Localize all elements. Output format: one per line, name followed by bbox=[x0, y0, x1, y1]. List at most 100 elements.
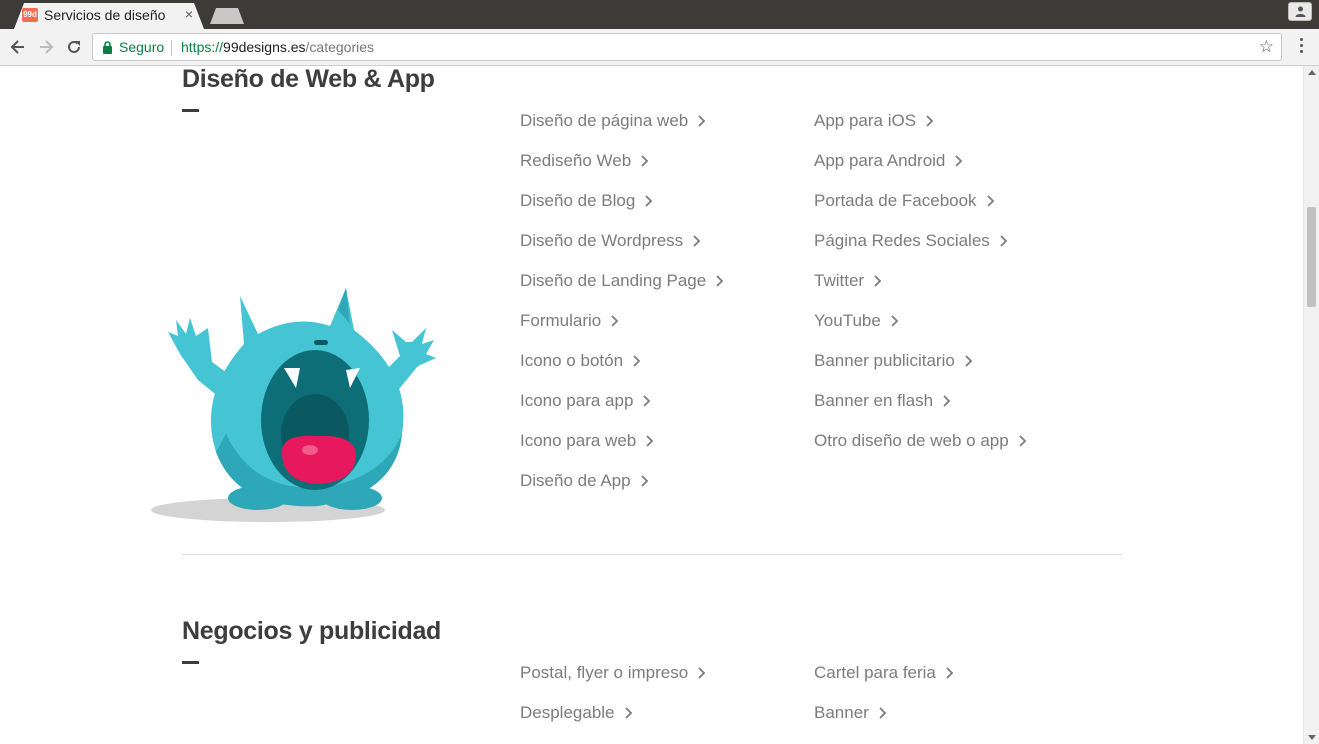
chevron-right-icon bbox=[716, 275, 724, 287]
chevron-right-icon bbox=[955, 155, 963, 167]
chevron-right-icon bbox=[698, 115, 706, 127]
chevron-right-icon bbox=[633, 355, 641, 367]
tab-title[interactable]: Servicios de diseño bbox=[44, 7, 174, 23]
category-link[interactable]: App para iOS bbox=[814, 101, 1027, 141]
profile-button[interactable] bbox=[1288, 2, 1312, 21]
category-label: Diseño de Landing Page bbox=[520, 271, 707, 290]
category-label: Diseño de App bbox=[520, 471, 631, 490]
chevron-right-icon bbox=[926, 115, 934, 127]
monster-mascot-illustration bbox=[151, 288, 436, 522]
tab-close-icon[interactable]: × bbox=[182, 6, 196, 22]
chevron-right-icon bbox=[640, 475, 648, 487]
url-path: /categories bbox=[305, 39, 375, 55]
category-label: Cartel para feria bbox=[814, 663, 936, 682]
url-scheme: https:// bbox=[181, 39, 224, 55]
category-link[interactable]: App para Android bbox=[814, 141, 1027, 181]
category-label: Desplegable bbox=[520, 703, 615, 722]
section-title-web-app: Diseño de Web & App bbox=[182, 66, 435, 93]
chevron-right-icon bbox=[698, 667, 706, 679]
category-label: App para iOS bbox=[814, 111, 917, 130]
chevron-right-icon bbox=[986, 195, 994, 207]
back-arrow-icon[interactable] bbox=[8, 37, 28, 57]
category-link[interactable]: YouTube bbox=[814, 301, 1027, 341]
category-column-business-2: Cartel para feria Banner bbox=[814, 653, 954, 733]
category-link[interactable]: Página Redes Sociales bbox=[814, 221, 1027, 261]
forward-arrow-icon[interactable] bbox=[36, 37, 56, 57]
section-title-dash bbox=[182, 661, 199, 664]
chevron-right-icon bbox=[1000, 235, 1008, 247]
chevron-right-icon bbox=[643, 395, 651, 407]
category-column-web-app-1: Diseño de página web Rediseño Web Diseño… bbox=[520, 101, 724, 501]
tab-strip: 99d Servicios de diseño × bbox=[0, 0, 1319, 29]
browser-toolbar: Seguro https://99designs.es/categories ☆ bbox=[0, 29, 1319, 66]
chevron-right-icon bbox=[645, 195, 653, 207]
chevron-right-icon bbox=[641, 155, 649, 167]
vertical-scrollbar[interactable] bbox=[1303, 66, 1319, 744]
category-link[interactable]: Postal, flyer o impreso bbox=[520, 653, 706, 693]
category-label: Banner bbox=[814, 703, 869, 722]
omnibox-separator bbox=[171, 40, 172, 56]
chevron-right-icon bbox=[646, 435, 654, 447]
category-link[interactable]: Banner en flash bbox=[814, 381, 1027, 421]
category-label: Icono para web bbox=[520, 431, 637, 450]
category-link[interactable]: Icono para web bbox=[520, 421, 724, 461]
category-label: Formulario bbox=[520, 311, 602, 330]
category-label: Diseño de página web bbox=[520, 111, 689, 130]
category-label: Página Redes Sociales bbox=[814, 231, 990, 250]
category-label: Twitter bbox=[814, 271, 865, 290]
tab-favicon: 99d bbox=[22, 8, 38, 22]
category-link[interactable]: Icono o botón bbox=[520, 341, 724, 381]
category-link[interactable]: Desplegable bbox=[520, 693, 706, 733]
url-host: 99designs.es bbox=[223, 39, 306, 55]
chevron-right-icon bbox=[965, 355, 973, 367]
category-label: Otro diseño de web o app bbox=[814, 431, 1009, 450]
scroll-down-arrow-icon[interactable] bbox=[1308, 735, 1316, 740]
section-divider bbox=[182, 554, 1122, 555]
section-title-business: Negocios y publicidad bbox=[182, 617, 442, 645]
category-link[interactable]: Banner bbox=[814, 693, 954, 733]
secure-label: Seguro bbox=[119, 39, 165, 55]
category-link[interactable]: Rediseño Web bbox=[520, 141, 724, 181]
category-label: Icono o botón bbox=[520, 351, 624, 370]
category-link[interactable]: Cartel para feria bbox=[814, 653, 954, 693]
browser-menu-icon[interactable] bbox=[1294, 38, 1308, 58]
chevron-right-icon bbox=[693, 235, 701, 247]
category-link[interactable]: Portada de Facebook bbox=[814, 181, 1027, 221]
chevron-right-icon bbox=[1019, 435, 1026, 447]
chevron-right-icon bbox=[879, 707, 887, 719]
category-link[interactable]: Otro diseño de web o app bbox=[814, 421, 1027, 461]
scrollbar-thumb[interactable] bbox=[1307, 207, 1316, 307]
category-link[interactable]: Banner publicitario bbox=[814, 341, 1027, 381]
category-link[interactable]: Diseño de Wordpress bbox=[520, 221, 724, 261]
category-label: Icono para app bbox=[520, 391, 634, 410]
category-link[interactable]: Twitter bbox=[814, 261, 1027, 301]
page-viewport: Diseño de Web & App Diseño de página web… bbox=[0, 66, 1303, 744]
chevron-right-icon bbox=[943, 395, 951, 407]
chevron-right-icon bbox=[611, 315, 619, 327]
category-link[interactable]: Icono para app bbox=[520, 381, 724, 421]
address-bar[interactable]: Seguro https://99designs.es/categories ☆ bbox=[92, 33, 1282, 61]
person-icon bbox=[1295, 6, 1306, 17]
new-tab-button[interactable] bbox=[210, 8, 244, 24]
category-label: Postal, flyer o impreso bbox=[520, 663, 689, 682]
chevron-right-icon bbox=[624, 707, 632, 719]
category-link[interactable]: Diseño de App bbox=[520, 461, 724, 501]
category-label: Rediseño Web bbox=[520, 151, 632, 170]
category-label: Banner en flash bbox=[814, 391, 934, 410]
chevron-right-icon bbox=[874, 275, 882, 287]
category-label: YouTube bbox=[814, 311, 881, 330]
category-label: Diseño de Blog bbox=[520, 191, 636, 210]
category-link[interactable]: Diseño de página web bbox=[520, 101, 724, 141]
category-column-web-app-2: App para iOS App para Android Portada de… bbox=[814, 101, 1027, 461]
bookmark-star-icon[interactable]: ☆ bbox=[1259, 37, 1274, 57]
url-text[interactable]: https://99designs.es/categories bbox=[181, 39, 374, 55]
category-label: App para Android bbox=[814, 151, 946, 170]
lock-icon bbox=[103, 41, 112, 54]
chevron-right-icon bbox=[946, 667, 954, 679]
section-title-dash bbox=[182, 109, 199, 112]
scroll-up-arrow-icon[interactable] bbox=[1308, 70, 1316, 75]
reload-icon[interactable] bbox=[64, 37, 84, 57]
category-link[interactable]: Diseño de Landing Page bbox=[520, 261, 724, 301]
category-link[interactable]: Diseño de Blog bbox=[520, 181, 724, 221]
category-link[interactable]: Formulario bbox=[520, 301, 724, 341]
